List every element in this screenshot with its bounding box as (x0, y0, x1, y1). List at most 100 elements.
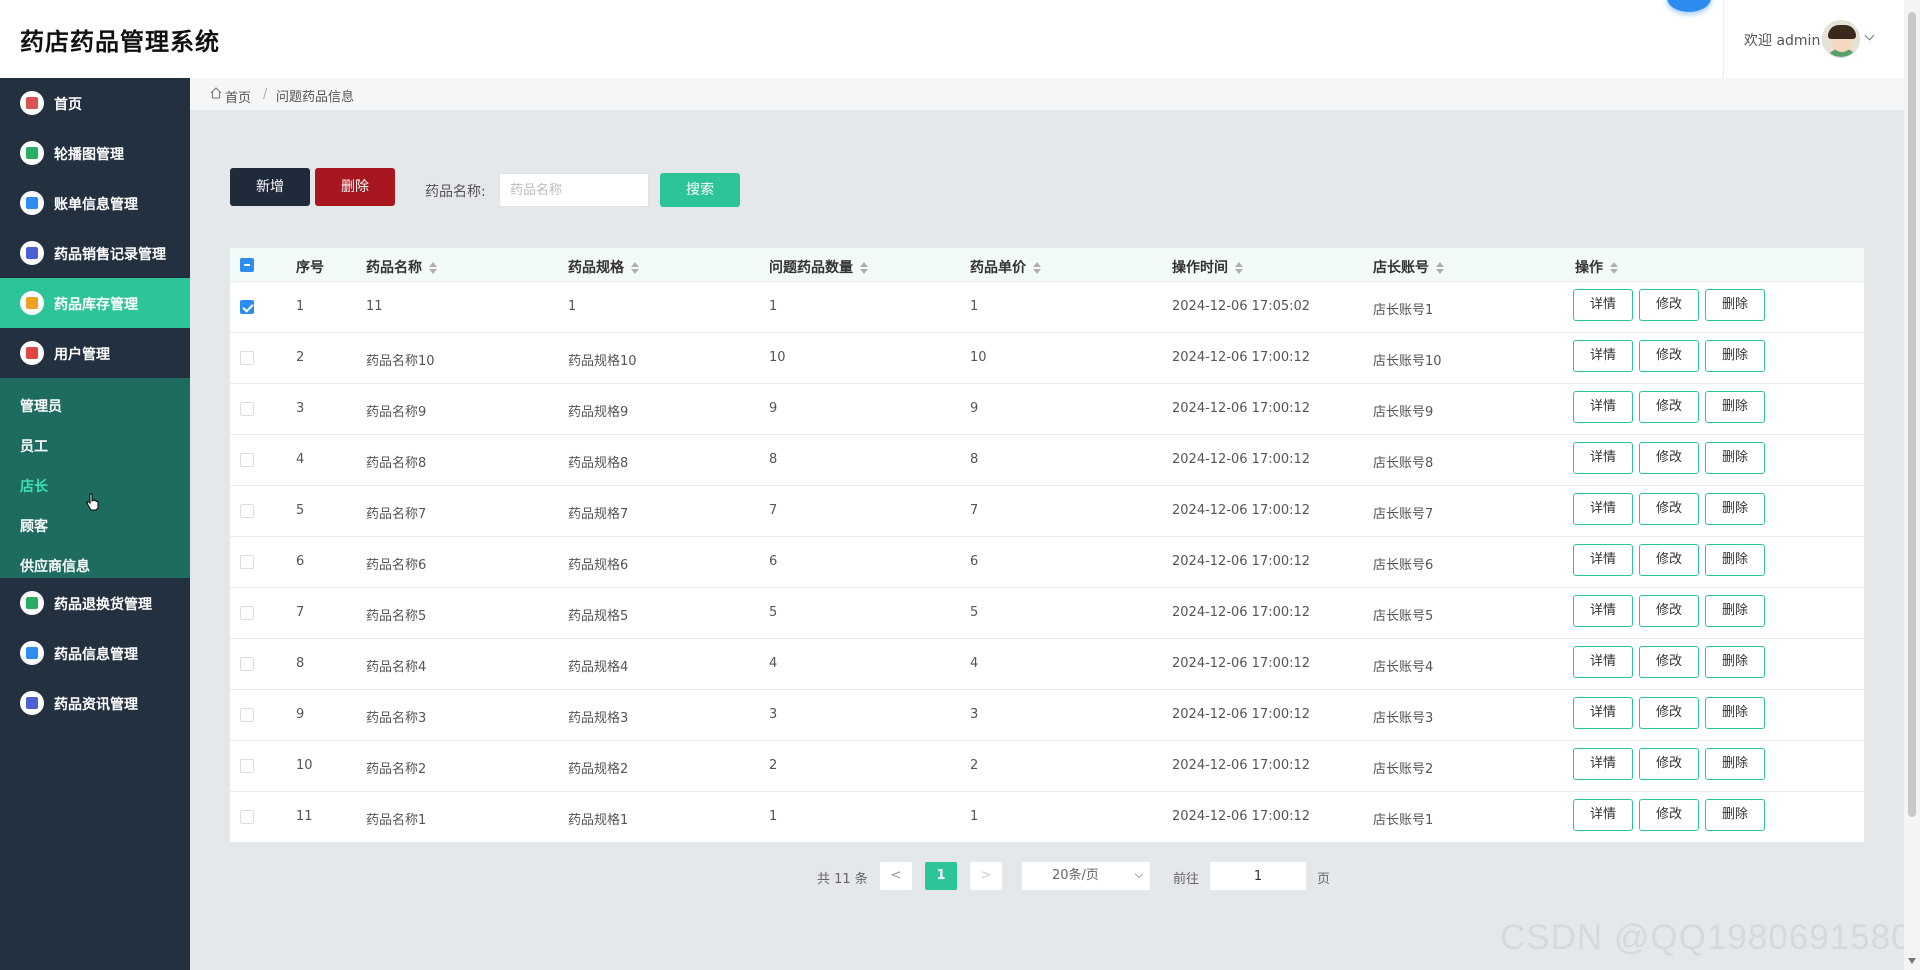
delete-button[interactable]: 删除 (1705, 340, 1765, 372)
detail-button[interactable]: 详情 (1573, 493, 1633, 525)
detail-button[interactable]: 详情 (1573, 595, 1633, 627)
edit-button[interactable]: 修改 (1639, 544, 1699, 576)
row-checkbox[interactable] (240, 351, 254, 365)
sidebar-item-label: 药品库存管理 (54, 297, 138, 313)
select-all-checkbox[interactable] (240, 258, 254, 272)
table-row: 7 药品名称5 药品规格5 5 5 2024-12-06 17:00:12 店长账号5 详情修… (230, 587, 1864, 638)
submenu-item-admin[interactable]: 管理员 (20, 396, 62, 416)
delete-button[interactable]: 删除 (1705, 697, 1765, 729)
edit-button[interactable]: 修改 (1639, 289, 1699, 321)
column-header-price[interactable]: 药品单价 (970, 257, 1042, 277)
delete-button[interactable]: 删除 (1705, 646, 1765, 678)
chevron-down-icon[interactable] (1864, 30, 1875, 41)
edit-button[interactable]: 修改 (1639, 595, 1699, 627)
sidebar-item-drug-info[interactable]: 药品信息管理 (0, 628, 190, 678)
cell-operation-time: 2024-12-06 17:00:12 (1172, 707, 1311, 722)
row-checkbox[interactable] (240, 300, 254, 314)
submenu-item-supplier[interactable]: 供应商信息 (20, 556, 90, 576)
row-checkbox[interactable] (240, 555, 254, 569)
home-icon (20, 91, 44, 115)
submenu-item-staff[interactable]: 员工 (20, 436, 48, 456)
row-checkbox[interactable] (240, 708, 254, 722)
detail-button[interactable]: 详情 (1573, 442, 1633, 474)
search-button[interactable]: 搜索 (660, 173, 740, 207)
breadcrumb-home[interactable]: 首页 (225, 87, 251, 106)
submenu-item-manager[interactable]: 店长 (20, 476, 48, 496)
detail-button[interactable]: 详情 (1573, 544, 1633, 576)
cell-drug-name: 药品名称10 (366, 354, 435, 369)
column-header-account[interactable]: 店长账号 (1373, 257, 1445, 277)
news-icon (20, 691, 44, 715)
row-checkbox[interactable] (240, 453, 254, 467)
batch-delete-button[interactable]: 删除 (315, 168, 395, 206)
row-checkbox[interactable] (240, 810, 254, 824)
welcome-text: 欢迎 admin (1744, 33, 1821, 49)
page-size-select[interactable]: 20条/页 (1022, 862, 1150, 890)
delete-button[interactable]: 删除 (1705, 748, 1765, 780)
delete-button[interactable]: 删除 (1705, 391, 1765, 423)
detail-button[interactable]: 详情 (1573, 799, 1633, 831)
sidebar-item-users[interactable]: 用户管理 (0, 328, 190, 378)
edit-button[interactable]: 修改 (1639, 340, 1699, 372)
row-checkbox[interactable] (240, 504, 254, 518)
detail-button[interactable]: 详情 (1573, 340, 1633, 372)
delete-button[interactable]: 删除 (1705, 544, 1765, 576)
table-row: 3 药品名称9 药品规格9 9 9 2024-12-06 17:00:12 店长账号9 详情修… (230, 383, 1864, 434)
cell-drug-name: 药品名称4 (366, 660, 427, 675)
scroll-down-arrow-icon[interactable] (1908, 958, 1916, 964)
row-checkbox[interactable] (240, 606, 254, 620)
user-menu[interactable]: 欢迎 admin (1723, 0, 1904, 78)
detail-button[interactable]: 详情 (1573, 391, 1633, 423)
row-checkbox[interactable] (240, 657, 254, 671)
cell-drug-name: 药品名称3 (366, 711, 427, 726)
avatar[interactable] (1822, 20, 1860, 58)
floating-action-icon[interactable] (1667, 0, 1711, 12)
sidebar-item-inventory[interactable]: 药品库存管理 (0, 278, 190, 328)
edit-button[interactable]: 修改 (1639, 697, 1699, 729)
pagination-next-button[interactable]: > (970, 862, 1002, 890)
cell-problem-qty: 4 (769, 656, 778, 671)
cell-drug-spec: 药品规格3 (568, 711, 629, 726)
detail-button[interactable]: 详情 (1573, 646, 1633, 678)
edit-button[interactable]: 修改 (1639, 646, 1699, 678)
column-header-qty[interactable]: 问题药品数量 (769, 257, 869, 277)
cell-manager-account: 店长账号1 (1373, 303, 1434, 318)
cell-unit-price: 5 (970, 605, 979, 620)
cell-manager-account: 店长账号10 (1373, 354, 1442, 369)
sidebar-item-home[interactable]: 首页 (0, 78, 190, 128)
row-checkbox[interactable] (240, 402, 254, 416)
sidebar-item-drug-news[interactable]: 药品资讯管理 (0, 678, 190, 728)
delete-button[interactable]: 删除 (1705, 799, 1765, 831)
column-header-actions[interactable]: 操作 (1575, 257, 1619, 277)
pagination-page-1[interactable]: 1 (925, 862, 957, 890)
edit-button[interactable]: 修改 (1639, 748, 1699, 780)
add-button[interactable]: 新增 (230, 168, 310, 206)
detail-button[interactable]: 详情 (1573, 289, 1633, 321)
pagination-prev-button[interactable]: < (880, 862, 912, 890)
edit-button[interactable]: 修改 (1639, 391, 1699, 423)
detail-button[interactable]: 详情 (1573, 748, 1633, 780)
edit-button[interactable]: 修改 (1639, 493, 1699, 525)
row-checkbox[interactable] (240, 759, 254, 773)
drug-name-search-input[interactable] (499, 173, 649, 207)
column-header-time[interactable]: 操作时间 (1172, 257, 1244, 277)
column-header-spec[interactable]: 药品规格 (568, 257, 640, 277)
delete-button[interactable]: 删除 (1705, 289, 1765, 321)
edit-button[interactable]: 修改 (1639, 799, 1699, 831)
column-header-name[interactable]: 药品名称 (366, 257, 438, 277)
delete-button[interactable]: 删除 (1705, 595, 1765, 627)
detail-button[interactable]: 详情 (1573, 697, 1633, 729)
scrollbar-thumb[interactable] (1908, 12, 1916, 817)
goto-page-input[interactable] (1210, 862, 1306, 890)
sort-icon (859, 262, 869, 274)
edit-button[interactable]: 修改 (1639, 442, 1699, 474)
cell-no: 3 (296, 401, 305, 416)
sidebar-item-sales[interactable]: 药品销售记录管理 (0, 228, 190, 278)
vertical-scrollbar[interactable] (1904, 0, 1920, 970)
delete-button[interactable]: 删除 (1705, 442, 1765, 474)
sidebar-item-bills[interactable]: 账单信息管理 (0, 178, 190, 228)
sidebar-item-carousel[interactable]: 轮播图管理 (0, 128, 190, 178)
delete-button[interactable]: 删除 (1705, 493, 1765, 525)
sidebar-item-returns[interactable]: 药品退换货管理 (0, 578, 190, 628)
submenu-item-customer[interactable]: 顾客 (20, 516, 48, 536)
